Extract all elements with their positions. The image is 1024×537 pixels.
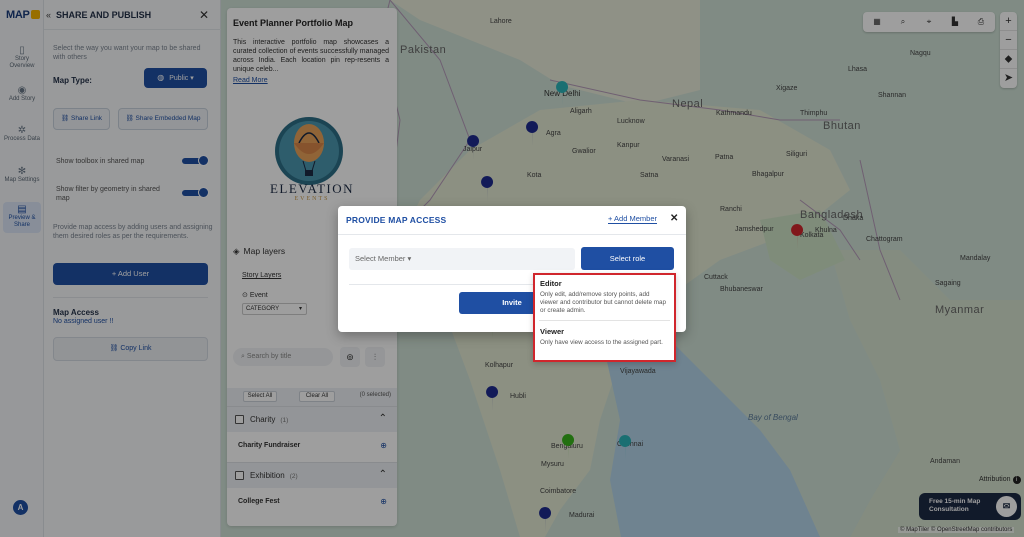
divider: [539, 320, 670, 321]
divider: [338, 234, 686, 235]
select-role-button[interactable]: Select role: [581, 247, 674, 270]
modal-title: PROVIDE MAP ACCESS: [346, 215, 447, 225]
close-icon[interactable]: ✕: [670, 213, 678, 224]
role-option-viewer[interactable]: Viewer Only have view access to the assi…: [535, 323, 674, 351]
divider: [349, 284, 539, 285]
select-member-dropdown[interactable]: Select Member ▾: [349, 248, 575, 270]
role-option-editor[interactable]: Editor Only edit, add/remove story point…: [535, 275, 674, 319]
role-dropdown-menu: Editor Only edit, add/remove story point…: [533, 273, 676, 362]
add-member-link[interactable]: + Add Member: [608, 215, 657, 224]
